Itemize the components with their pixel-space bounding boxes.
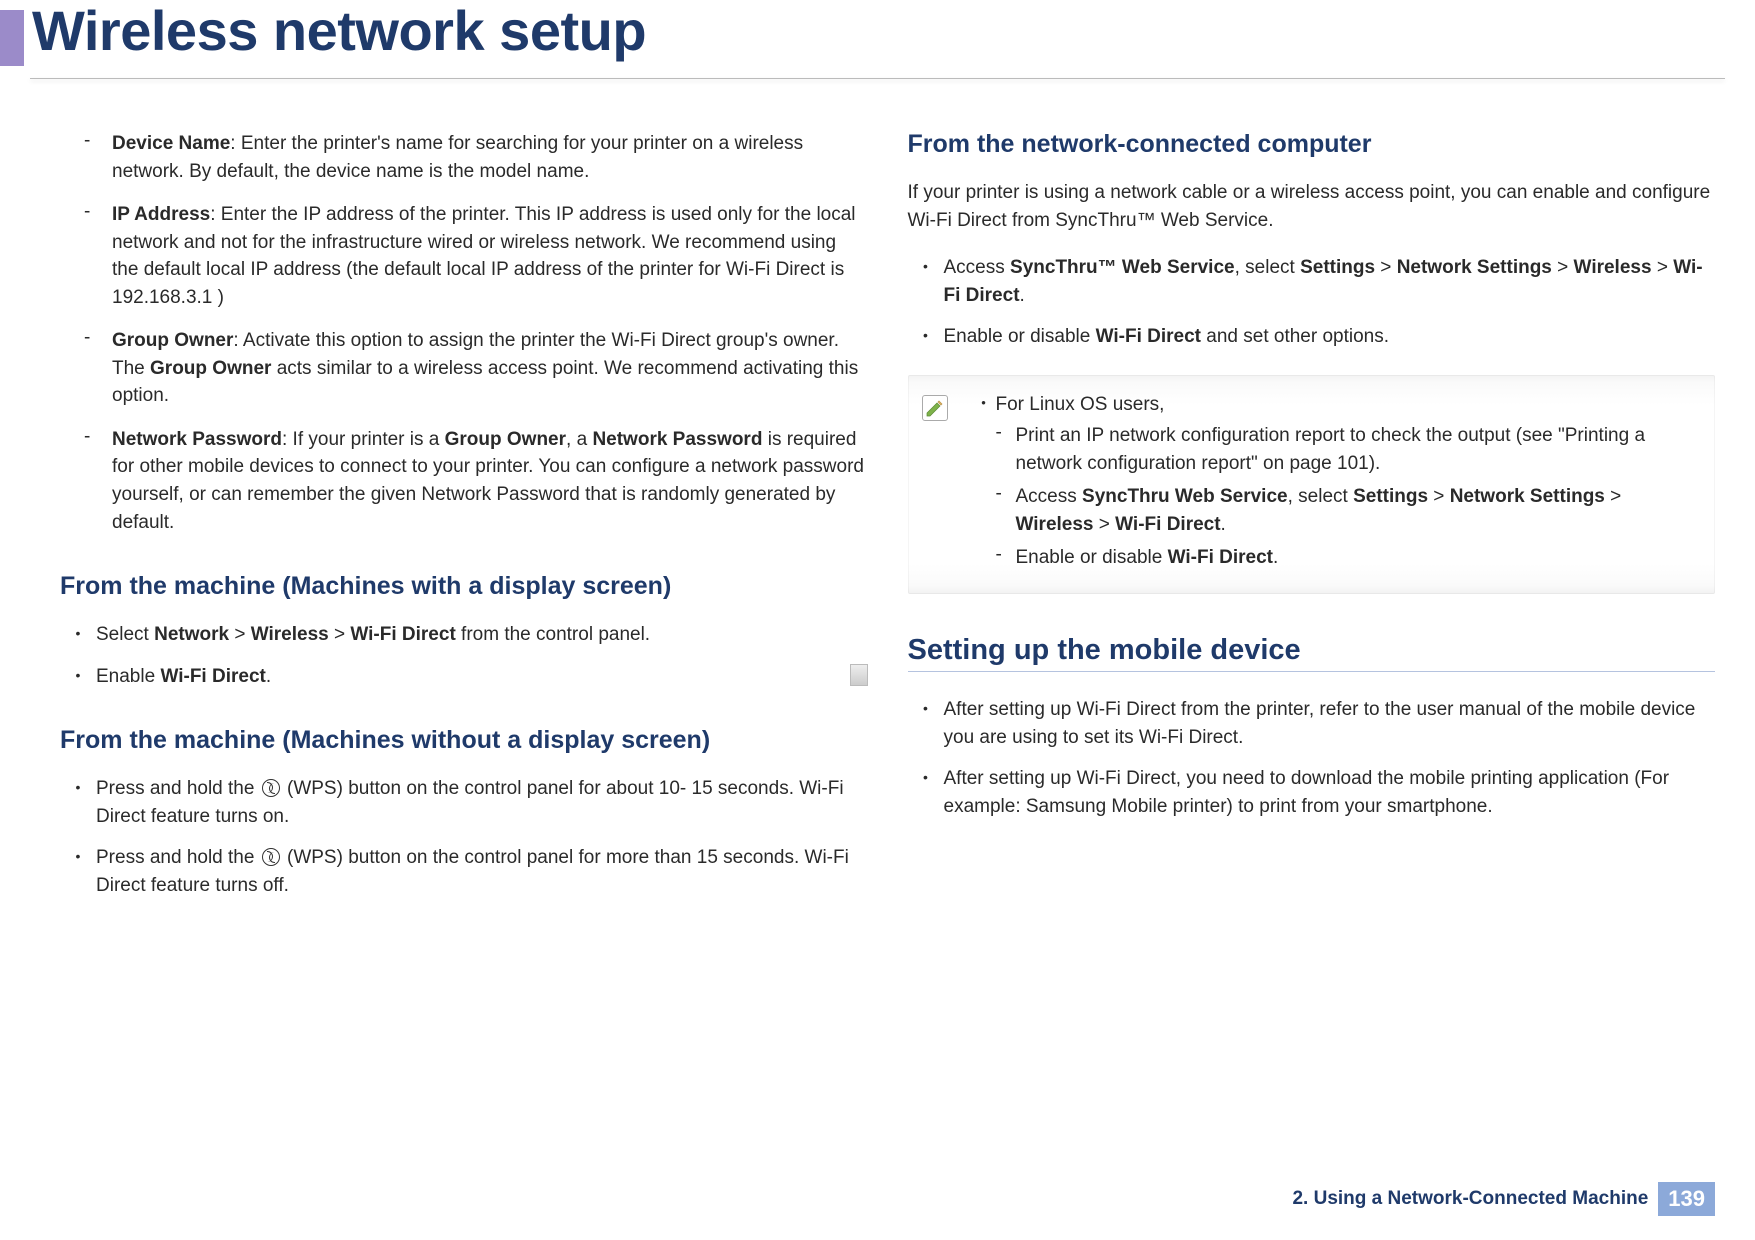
bullet-marker: • — [60, 775, 96, 830]
list-item-text: Device Name: Enter the printer's name fo… — [112, 130, 868, 185]
section-underline — [908, 671, 1716, 672]
list-item: • After setting up Wi-Fi Direct, you nee… — [908, 765, 1716, 820]
bullet-marker: • — [60, 621, 96, 649]
list-item-text: Enable or disable Wi-Fi Direct and set o… — [944, 323, 1716, 351]
note-bullet: • For Linux OS users, — [972, 391, 1696, 419]
header-divider — [30, 78, 1725, 79]
list-item-text: Network Password: If your printer is a G… — [112, 426, 868, 536]
list-item: - Device Name: Enter the printer's name … — [60, 130, 868, 185]
dash-marker: - — [996, 483, 1016, 538]
page-number-badge: 139 — [1658, 1182, 1715, 1216]
column-left: - Device Name: Enter the printer's name … — [60, 130, 868, 913]
list-item-text: After setting up Wi-Fi Direct from the p… — [944, 696, 1716, 751]
bullet-marker: • — [908, 323, 944, 351]
list-item-text: Group Owner: Activate this option to ass… — [112, 327, 868, 410]
note-text: Enable or disable Wi-Fi Direct. — [1016, 544, 1696, 572]
dash-marker: - — [84, 327, 112, 410]
accent-block — [0, 10, 24, 66]
list-item: • Press and hold the (WPS) button on the… — [60, 775, 868, 830]
bullet-marker: • — [972, 391, 996, 419]
list-item: - IP Address: Enter the IP address of th… — [60, 201, 868, 311]
list-item-text: Select Network > Wireless > Wi-Fi Direct… — [96, 621, 868, 649]
dash-marker: - — [996, 544, 1016, 572]
list-item-text: Enable Wi-Fi Direct. — [96, 663, 868, 691]
list-item: • Enable Wi-Fi Direct. — [60, 663, 868, 691]
note-text: For Linux OS users, — [996, 391, 1696, 419]
column-right: From the network-connected computer If y… — [908, 130, 1716, 913]
note-dash-item: - Enable or disable Wi-Fi Direct. — [972, 544, 1696, 572]
wps-icon — [262, 848, 280, 866]
list-item-text: Press and hold the (WPS) button on the c… — [96, 844, 868, 899]
list-item: • Enable or disable Wi-Fi Direct and set… — [908, 323, 1716, 351]
note-body: • For Linux OS users, - Print an IP netw… — [924, 391, 1696, 572]
pencil-note-icon — [922, 395, 948, 421]
list-item-text: After setting up Wi-Fi Direct, you need … — [944, 765, 1716, 820]
dash-marker: - — [996, 422, 1016, 477]
note-box: • For Linux OS users, - Print an IP netw… — [908, 375, 1716, 594]
bullet-marker: • — [908, 765, 944, 820]
list-item-text: IP Address: Enter the IP address of the … — [112, 201, 868, 311]
list-item: • After setting up Wi-Fi Direct from the… — [908, 696, 1716, 751]
list-item: - Network Password: If your printer is a… — [60, 426, 868, 536]
dash-marker: - — [84, 130, 112, 185]
page-title: Wireless network setup — [32, 0, 646, 63]
section-heading-display: From the machine (Machines with a displa… — [60, 572, 868, 601]
section-heading-nodisplay: From the machine (Machines without a dis… — [60, 726, 868, 755]
list-item: - Group Owner: Activate this option to a… — [60, 327, 868, 410]
dash-marker: - — [84, 426, 112, 536]
content-columns: - Device Name: Enter the printer's name … — [0, 130, 1755, 913]
note-text: Access SyncThru Web Service, select Sett… — [1016, 483, 1696, 538]
header: Wireless network setup — [0, 0, 1755, 80]
list-item: • Select Network > Wireless > Wi-Fi Dire… — [60, 621, 868, 649]
bullet-marker: • — [60, 844, 96, 899]
list-item-text: Access SyncThru™ Web Service, select Set… — [944, 254, 1716, 309]
bullet-marker: • — [908, 254, 944, 309]
note-dash-item: - Access SyncThru Web Service, select Se… — [972, 483, 1696, 538]
dash-marker: - — [84, 201, 112, 311]
wps-icon — [262, 779, 280, 797]
scroll-indicator — [850, 664, 868, 686]
section-heading-network-computer: From the network-connected computer — [908, 130, 1716, 159]
bullet-marker: • — [60, 663, 96, 691]
list-item: • Press and hold the (WPS) button on the… — [60, 844, 868, 899]
section-heading-mobile: Setting up the mobile device — [908, 634, 1716, 667]
footer-chapter: 2. Using a Network-Connected Machine — [1292, 1188, 1648, 1210]
bullet-marker: • — [908, 696, 944, 751]
footer: 2. Using a Network-Connected Machine 139 — [1292, 1182, 1715, 1216]
intro-paragraph: If your printer is using a network cable… — [908, 179, 1716, 234]
list-item-text: Press and hold the (WPS) button on the c… — [96, 775, 868, 830]
note-text: Print an IP network configuration report… — [1016, 422, 1696, 477]
list-item: • Access SyncThru™ Web Service, select S… — [908, 254, 1716, 309]
note-dash-item: - Print an IP network configuration repo… — [972, 422, 1696, 477]
